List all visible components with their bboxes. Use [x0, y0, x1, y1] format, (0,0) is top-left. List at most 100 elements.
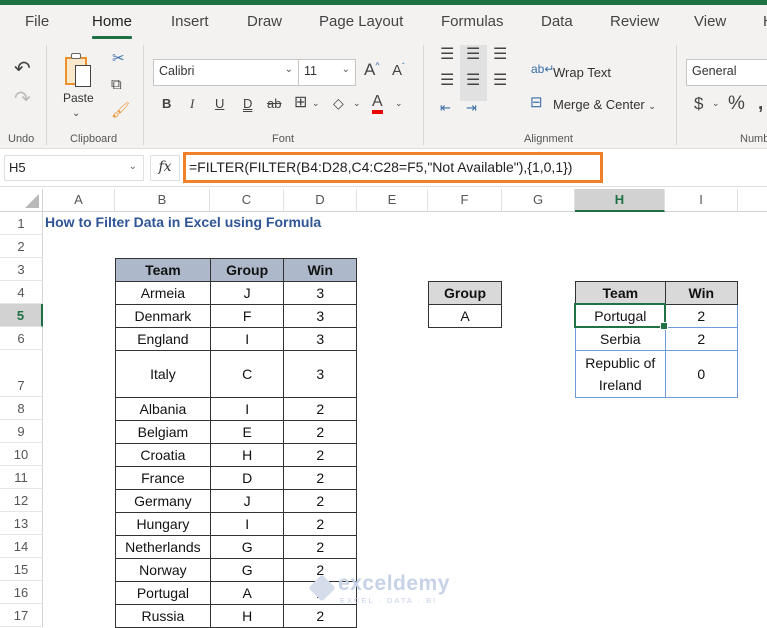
- row-header-2[interactable]: 2: [0, 235, 43, 258]
- cell-group[interactable]: H: [209, 443, 285, 467]
- column-header-d[interactable]: D: [284, 189, 357, 212]
- row-header-1[interactable]: 1: [0, 212, 43, 235]
- result-cell-win[interactable]: 2: [664, 327, 739, 351]
- formula-input[interactable]: =FILTER(FILTER(B4:D28,C4:C28=F5,"Not Ava…: [183, 152, 603, 183]
- cell-team[interactable]: France: [115, 466, 211, 490]
- fill-color-icon[interactable]: ◇: [333, 96, 344, 110]
- tab-page-layout[interactable]: Page Layout: [319, 13, 403, 30]
- comma-style-button[interactable]: ,: [758, 94, 763, 113]
- underline-button[interactable]: U: [215, 97, 224, 110]
- result-header-team[interactable]: Team: [575, 281, 666, 305]
- align-center-icon[interactable]: ☰: [466, 73, 480, 89]
- row-header-6[interactable]: 6: [0, 327, 43, 350]
- chevron-down-icon[interactable]: ⌄: [312, 99, 320, 108]
- number-format-combobox[interactable]: General: [686, 59, 767, 86]
- column-header-a[interactable]: A: [43, 189, 115, 212]
- double-underline-button[interactable]: D: [243, 97, 252, 110]
- tab-draw[interactable]: Draw: [247, 13, 282, 30]
- cell-team[interactable]: Germany: [115, 489, 211, 513]
- row-header-11[interactable]: 11: [0, 466, 43, 489]
- cell-team[interactable]: England: [115, 327, 211, 351]
- tab-home[interactable]: Home: [92, 13, 133, 39]
- paste-icon[interactable]: [65, 53, 97, 87]
- tab-insert[interactable]: Insert: [171, 13, 209, 30]
- row-header-12[interactable]: 12: [0, 489, 43, 512]
- decrease-indent-icon[interactable]: ⇤: [440, 101, 451, 114]
- font-size-combobox[interactable]: 11 ⌄: [298, 59, 356, 86]
- cell-team[interactable]: Denmark: [115, 304, 211, 328]
- increase-font-size-button[interactable]: A^: [364, 61, 380, 78]
- format-painter-icon[interactable]: 🖌: [111, 103, 130, 118]
- wrap-text-button[interactable]: Wrap Text: [553, 65, 611, 80]
- align-middle-icon[interactable]: ☰: [466, 47, 480, 63]
- cut-icon[interactable]: ✂: [112, 51, 125, 66]
- cell-group[interactable]: D: [209, 466, 285, 490]
- italic-button[interactable]: I: [190, 97, 194, 110]
- column-header-i[interactable]: I: [665, 189, 738, 212]
- result-cell-win[interactable]: 0: [664, 350, 739, 398]
- align-left-icon[interactable]: ☰: [440, 73, 454, 89]
- cell-team[interactable]: Italy: [115, 350, 211, 398]
- cell-win[interactable]: 3: [283, 327, 357, 351]
- result-cell-win[interactable]: 2: [664, 304, 739, 328]
- row-header-5[interactable]: 5: [0, 304, 43, 327]
- header-group[interactable]: Group: [209, 258, 285, 282]
- column-header-e[interactable]: E: [357, 189, 428, 212]
- row-header-3[interactable]: 3: [0, 258, 43, 281]
- cell-group[interactable]: A: [209, 581, 285, 605]
- row-header-14[interactable]: 14: [0, 535, 43, 558]
- cell-team[interactable]: Norway: [115, 558, 211, 582]
- redo-icon[interactable]: ↷: [14, 89, 31, 109]
- result-cell-team[interactable]: Serbia: [575, 327, 666, 351]
- paste-dropdown-icon[interactable]: ⌄: [72, 109, 80, 119]
- decrease-font-size-button[interactable]: Aˇ: [392, 63, 405, 79]
- select-all-button[interactable]: [0, 189, 43, 212]
- tab-formulas[interactable]: Formulas: [441, 13, 504, 30]
- cell-team[interactable]: Armeia: [115, 281, 211, 305]
- cell-win[interactable]: 3: [283, 281, 357, 305]
- font-name-combobox[interactable]: Calibri ⌄: [153, 59, 299, 86]
- criteria-header[interactable]: Group: [428, 281, 502, 305]
- cell-team[interactable]: Belgiam: [115, 420, 211, 444]
- column-header-b[interactable]: B: [115, 189, 210, 212]
- align-top-icon[interactable]: ☰: [440, 47, 454, 63]
- row-header-8[interactable]: 8: [0, 397, 43, 420]
- row-header-7[interactable]: 7: [0, 350, 43, 397]
- column-header-g[interactable]: G: [502, 189, 575, 212]
- align-bottom-icon[interactable]: ☰: [493, 47, 507, 63]
- tab-help[interactable]: H: [763, 13, 767, 30]
- cell-team[interactable]: Croatia: [115, 443, 211, 467]
- cell-group[interactable]: H: [209, 604, 285, 628]
- row-header-4[interactable]: 4: [0, 281, 43, 304]
- percent-button[interactable]: %: [728, 94, 745, 113]
- tab-file[interactable]: File: [25, 13, 49, 30]
- name-box[interactable]: H5 ⌄: [4, 155, 144, 181]
- tab-review[interactable]: Review: [610, 13, 659, 30]
- cell-win[interactable]: 2: [283, 489, 357, 513]
- cell-win[interactable]: 2: [283, 512, 357, 536]
- chevron-down-icon[interactable]: ⌄: [353, 99, 361, 108]
- chevron-down-icon[interactable]: ⌄: [712, 99, 720, 108]
- result-header-win[interactable]: Win: [664, 281, 739, 305]
- insert-function-button[interactable]: fx: [150, 155, 180, 181]
- column-header-h[interactable]: H: [575, 189, 665, 212]
- cell-group[interactable]: I: [209, 327, 285, 351]
- cell-team[interactable]: Portugal: [115, 581, 211, 605]
- merge-center-button[interactable]: Merge & Center ⌄: [553, 97, 656, 112]
- cell-win[interactable]: 2: [283, 535, 357, 559]
- increase-indent-icon[interactable]: ⇥: [466, 101, 477, 114]
- cell-group[interactable]: I: [209, 397, 285, 421]
- undo-icon[interactable]: ↶: [14, 59, 31, 79]
- cell-win[interactable]: 2: [283, 397, 357, 421]
- row-header-9[interactable]: 9: [0, 420, 43, 443]
- cell-win[interactable]: 2: [283, 466, 357, 490]
- cell-team[interactable]: Albania: [115, 397, 211, 421]
- chevron-down-icon[interactable]: ⌄: [129, 161, 137, 172]
- column-header-c[interactable]: C: [210, 189, 284, 212]
- tab-data[interactable]: Data: [541, 13, 573, 30]
- align-right-icon[interactable]: ☰: [493, 73, 507, 89]
- column-header-f[interactable]: F: [428, 189, 502, 212]
- bold-button[interactable]: B: [162, 97, 171, 110]
- cell-group[interactable]: E: [209, 420, 285, 444]
- row-header-17[interactable]: 17: [0, 604, 43, 627]
